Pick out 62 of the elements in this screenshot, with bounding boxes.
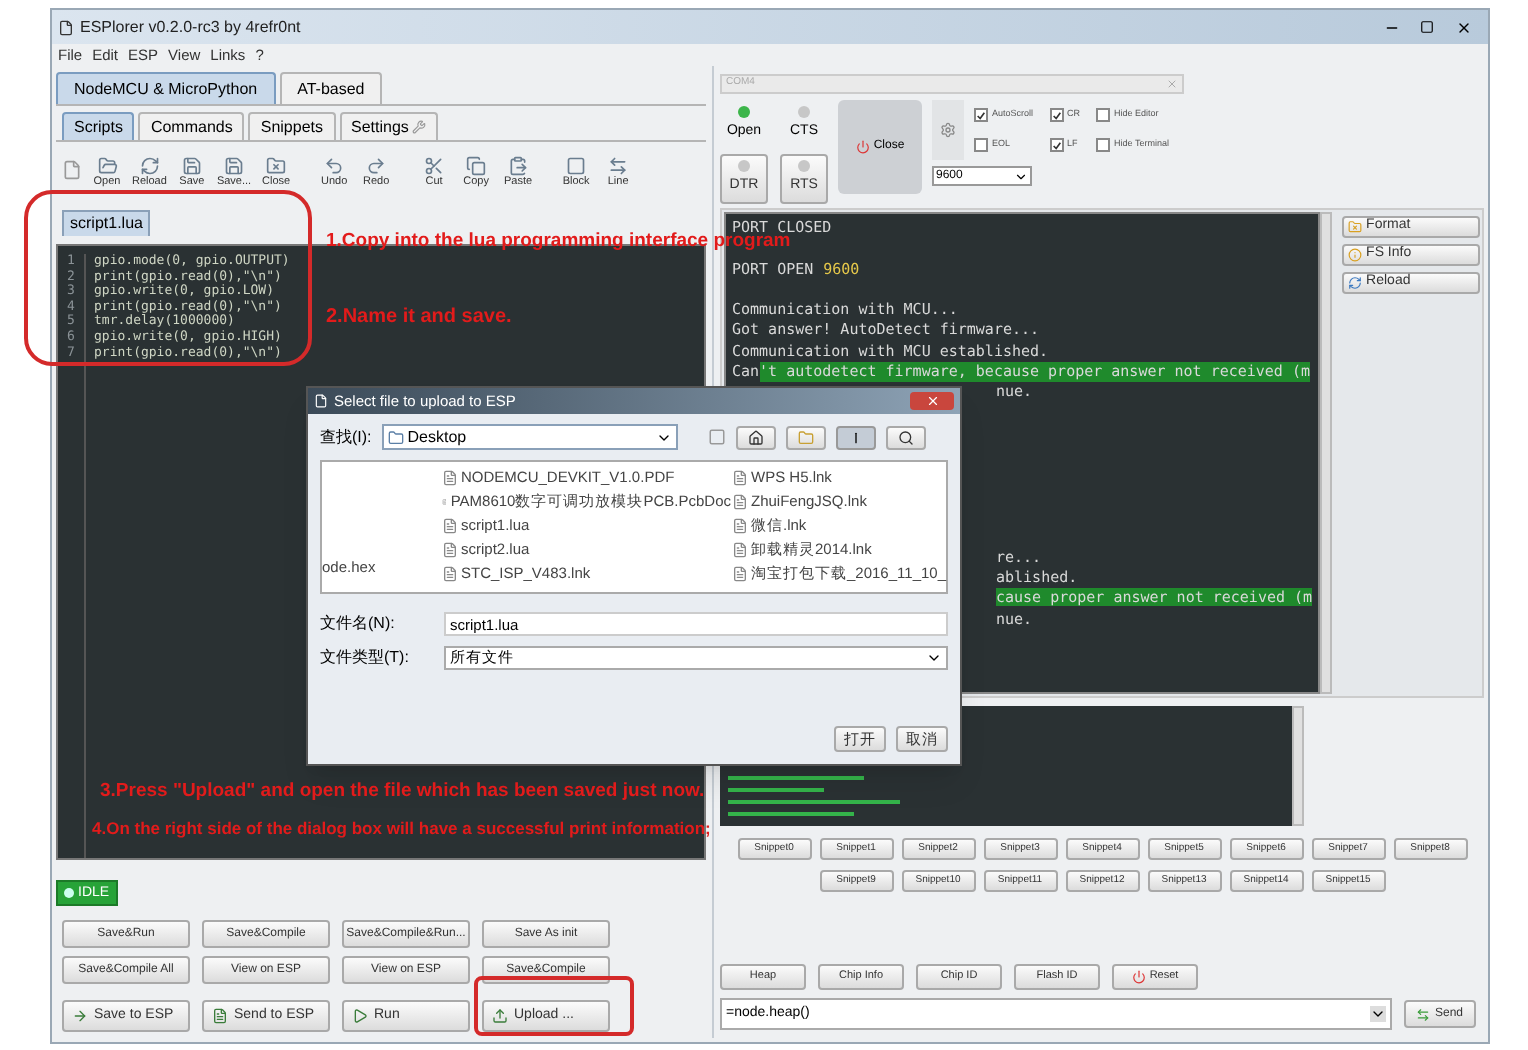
tab[interactable]: Snippets — [248, 112, 335, 140]
redo-icon — [366, 156, 387, 176]
wrench-icon — [412, 120, 427, 134]
refresh-icon — [1348, 276, 1363, 290]
blank-document-icon[interactable] — [62, 160, 82, 180]
folder-icon — [1348, 220, 1363, 234]
annotation-text: 2.Name it and save. — [326, 304, 512, 332]
folder-icon — [797, 429, 814, 445]
folder-icon — [387, 429, 404, 445]
square-icon — [566, 156, 587, 176]
square-icon[interactable] — [707, 428, 726, 446]
tab[interactable]: Commands — [138, 112, 245, 140]
look-in-dropdown[interactable]: Desktop — [381, 424, 678, 450]
caret-icon — [1014, 169, 1028, 183]
maximize-icon — [1419, 20, 1433, 34]
folder-icon — [266, 156, 287, 176]
field-label: 文件名(N): — [320, 612, 397, 636]
gear-icon — [940, 122, 956, 138]
scrollbar[interactable] — [1320, 212, 1333, 694]
arrow-icon — [72, 1008, 88, 1024]
folder-button[interactable] — [785, 425, 826, 449]
scissors-icon — [424, 156, 445, 176]
tab[interactable]: NodeMCU & MicroPython — [56, 72, 276, 104]
tab[interactable]: Settings — [339, 112, 439, 140]
field-label: 查找(I): — [320, 425, 372, 449]
checkbox[interactable] — [974, 108, 988, 122]
close-icon — [1456, 19, 1472, 35]
info-icon — [1348, 248, 1363, 262]
checkbox[interactable] — [1049, 138, 1064, 152]
window-title: ESPlorer v0.2.0-rc3 by 4refr0nt — [80, 15, 301, 39]
arrows-icon — [608, 156, 629, 176]
power-icon — [1131, 970, 1146, 984]
refresh-button[interactable] — [932, 100, 964, 160]
clipboard-icon — [508, 156, 529, 176]
copy-icon — [466, 156, 487, 176]
checkbox[interactable] — [1096, 108, 1111, 122]
undo-icon — [324, 156, 345, 176]
close-icon — [925, 394, 939, 408]
close-icon — [1166, 78, 1178, 90]
caret-icon — [926, 650, 942, 666]
checkbox[interactable] — [974, 138, 988, 152]
list-view-button[interactable] — [835, 425, 876, 449]
arrow-icon — [1416, 1007, 1431, 1021]
refresh-icon — [139, 156, 160, 176]
checkbox[interactable] — [1096, 138, 1111, 152]
scrollbar[interactable] — [1292, 706, 1304, 826]
app-icon — [58, 19, 74, 35]
search-icon — [897, 429, 914, 445]
caret-icon — [1370, 1006, 1386, 1022]
play-icon — [352, 1008, 368, 1024]
app-icon — [314, 394, 328, 408]
file-tab[interactable]: script1.lua — [62, 210, 151, 236]
details-button[interactable] — [885, 425, 926, 449]
home-button[interactable] — [735, 425, 776, 449]
tab[interactable]: AT-based — [279, 72, 383, 104]
tab[interactable]: Scripts — [62, 112, 135, 140]
upload-icon — [492, 1008, 508, 1024]
annotation-text: 3.Press "Upload" and open the file which has been saved just now. — [100, 778, 705, 806]
folder-icon — [97, 156, 117, 176]
field-label: 文件类型(T): — [320, 646, 411, 670]
home-icon — [747, 429, 764, 445]
checkbox[interactable] — [1049, 108, 1064, 122]
